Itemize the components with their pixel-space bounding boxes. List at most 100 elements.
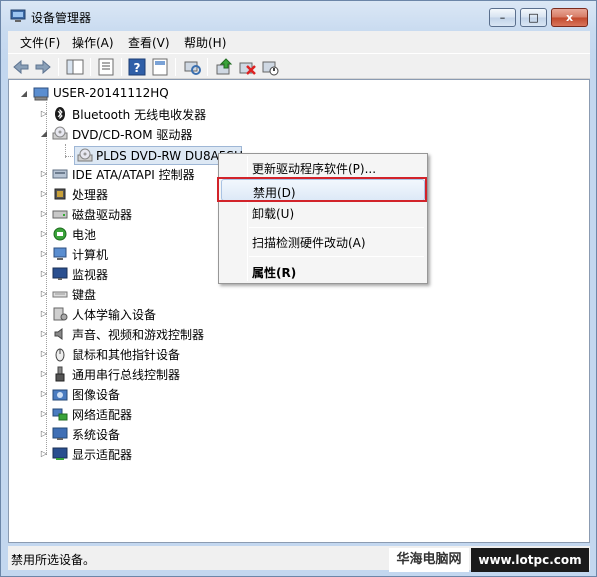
- tree-item-sound[interactable]: ▷ 声音、视频和游戏控制器: [39, 325, 259, 343]
- menu-bar: 文件(F) 操作(A) 查看(V) 帮助(H): [8, 31, 590, 53]
- tree-item-label: 系统设备: [72, 428, 121, 442]
- menu-item-label: 更新驱动程序软件(P)...: [252, 162, 377, 176]
- menu-action[interactable]: 操作(A): [72, 34, 114, 51]
- processor-icon: [54, 188, 66, 200]
- menu-item-update-driver[interactable]: 更新驱动程序软件(P)...: [221, 156, 425, 178]
- tree-item-imaging[interactable]: ▷ 图像设备: [39, 385, 259, 403]
- tree-item-label: DVD/CD-ROM 驱动器: [72, 128, 193, 142]
- watermark-site-name: 华海电脑网: [389, 548, 469, 572]
- tree-item-label: IDE ATA/ATAPI 控制器: [72, 168, 195, 182]
- expand-arrow-icon[interactable]: ▷: [39, 349, 49, 359]
- tree-item-label: 通用串行总线控制器: [72, 368, 181, 382]
- tree-item-bluetooth[interactable]: ▷ Bluetooth 无线电收发器: [39, 105, 259, 123]
- menu-item-properties[interactable]: 属性(R): [221, 260, 425, 282]
- tree-item-label: 监视器: [72, 268, 109, 282]
- network-adapter-icon: [52, 408, 68, 421]
- expand-arrow-icon[interactable]: ▷: [39, 209, 49, 219]
- toolbar-separator: [121, 58, 122, 76]
- tree-item-label: 显示适配器: [72, 448, 133, 462]
- tree-item-display[interactable]: ▷ 显示适配器: [39, 445, 259, 463]
- imaging-icon: [52, 389, 68, 401]
- maximize-button[interactable]: □: [520, 8, 547, 27]
- menu-help[interactable]: 帮助(H): [184, 34, 226, 51]
- menu-view[interactable]: 查看(V): [128, 34, 170, 51]
- tree-item-hid[interactable]: ▷ 人体学输入设备: [39, 305, 259, 323]
- tree-item-label: 磁盘驱动器: [72, 208, 133, 222]
- help-icon[interactable]: ?: [127, 57, 147, 77]
- disk-drive-icon: [52, 210, 68, 219]
- system-device-icon: [52, 427, 68, 440]
- menu-item-uninstall[interactable]: 卸载(U): [221, 201, 425, 223]
- minimize-icon: –: [499, 11, 506, 24]
- keyboard-icon: [52, 291, 68, 298]
- tree-root-label: USER-20141112HQ: [53, 86, 169, 100]
- display-adapter-icon: [52, 447, 68, 460]
- tree-item-usb[interactable]: ▷ 通用串行总线控制器: [39, 365, 259, 383]
- menu-file[interactable]: 文件(F): [20, 34, 60, 51]
- expand-arrow-icon[interactable]: ▷: [39, 169, 49, 179]
- forward-icon[interactable]: [33, 57, 53, 77]
- expand-arrow-icon[interactable]: ▷: [39, 449, 49, 459]
- toolbar-separator: [175, 58, 176, 76]
- expand-arrow-icon[interactable]: ▷: [39, 429, 49, 439]
- expand-arrow-icon[interactable]: ▷: [39, 109, 49, 119]
- menu-item-scan-hardware[interactable]: 扫描检测硬件改动(A): [221, 230, 425, 252]
- toolbar-separator: [58, 58, 59, 76]
- back-icon[interactable]: [11, 57, 31, 77]
- device-manager-window: 设备管理器 – □ x 文件(F) 操作(A) 查看(V) 帮助(H) ? ◢ …: [0, 0, 597, 577]
- dvd-drive-icon: [52, 126, 68, 140]
- device-manager-icon: [10, 9, 26, 22]
- svg-text:?: ?: [134, 61, 141, 75]
- tree-item-label: 鼠标和其他指针设备: [72, 348, 181, 362]
- title-bar[interactable]: 设备管理器 – □ x: [1, 1, 596, 31]
- computer-icon: [53, 247, 67, 260]
- expand-arrow-icon[interactable]: ▷: [39, 329, 49, 339]
- tree-item-label: 图像设备: [72, 388, 121, 402]
- expand-arrow-icon[interactable]: ▷: [39, 189, 49, 199]
- bluetooth-icon: [55, 107, 65, 121]
- expand-arrow-icon[interactable]: ▷: [39, 389, 49, 399]
- tree-item-system[interactable]: ▷ 系统设备: [39, 425, 259, 443]
- tree-item-network[interactable]: ▷ 网络适配器: [39, 405, 259, 423]
- tree-item-plds-dvd-rw[interactable]: PLDS DVD-RW DU8A5SH: [74, 146, 243, 165]
- toolbar-separator: [207, 58, 208, 76]
- maximize-icon: □: [528, 11, 539, 24]
- battery-icon: [53, 227, 67, 241]
- tree-item-keyboard[interactable]: ▷ 键盘: [39, 285, 259, 303]
- expand-arrow-icon[interactable]: ▷: [39, 249, 49, 259]
- collapse-arrow-icon[interactable]: ◢: [39, 129, 49, 139]
- expand-arrow-icon[interactable]: ▷: [39, 289, 49, 299]
- menu-separator: [249, 227, 424, 228]
- menu-item-label: 扫描检测硬件改动(A): [252, 236, 366, 250]
- expand-arrow-icon[interactable]: ▷: [39, 369, 49, 379]
- disable-device-icon[interactable]: [260, 57, 280, 77]
- close-button[interactable]: x: [551, 8, 588, 27]
- menu-item-label: 属性(R): [252, 266, 297, 280]
- console-tree-icon[interactable]: [65, 57, 85, 77]
- close-icon: x: [565, 11, 574, 24]
- minimize-button[interactable]: –: [489, 8, 516, 27]
- tree-item-mouse[interactable]: ▷ 鼠标和其他指针设备: [39, 345, 259, 363]
- scan-device-icon[interactable]: [182, 57, 202, 77]
- tree-item-dvd-cdrom[interactable]: ◢ DVD/CD-ROM 驱动器: [39, 125, 259, 143]
- mouse-icon: [55, 348, 65, 362]
- context-menu: 更新驱动程序软件(P)... 禁用(D) 卸载(U) 扫描检测硬件改动(A) 属…: [218, 153, 428, 284]
- usb-icon: [55, 366, 65, 382]
- toolbar: ?: [8, 53, 590, 79]
- expand-arrow-icon[interactable]: ▷: [39, 229, 49, 239]
- collapse-arrow-icon[interactable]: ◢: [19, 89, 29, 99]
- tree-root[interactable]: ◢ USER-20141112HQ: [19, 85, 219, 103]
- update-driver-icon[interactable]: [214, 57, 234, 77]
- window-title: 设备管理器: [31, 11, 92, 25]
- expand-arrow-icon[interactable]: ▷: [39, 309, 49, 319]
- expand-arrow-icon[interactable]: ▷: [39, 269, 49, 279]
- tree-item-label: 声音、视频和游戏控制器: [72, 328, 205, 342]
- tree-item-label: 电池: [72, 228, 97, 242]
- device-tree[interactable]: ◢ USER-20141112HQ ▷ Bluetooth 无线电收发器 ◢ D…: [8, 79, 590, 543]
- uninstall-icon[interactable]: [237, 57, 257, 77]
- expand-arrow-icon[interactable]: ▷: [39, 409, 49, 419]
- properties-icon[interactable]: [96, 57, 116, 77]
- show-hide-icon[interactable]: [150, 57, 170, 77]
- sound-icon: [54, 328, 63, 340]
- tree-item-label: 网络适配器: [72, 408, 133, 422]
